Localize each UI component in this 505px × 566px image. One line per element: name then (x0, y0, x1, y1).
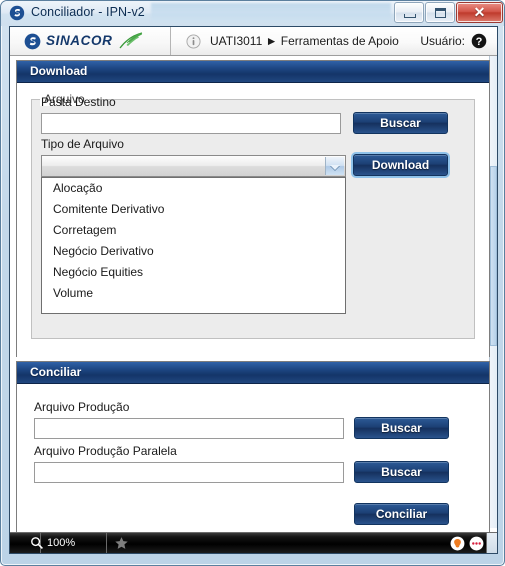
help-icon[interactable]: ? (471, 33, 487, 49)
minimize-button[interactable] (394, 2, 424, 23)
conciliar-panel-body: Arquivo Produção Buscar Arquivo Produção… (17, 384, 489, 543)
more-options-icon[interactable] (469, 536, 484, 551)
conciliar-panel-header: Conciliar (17, 362, 489, 384)
user-label: Usuário: (420, 34, 465, 48)
info-icon (186, 34, 201, 49)
dropdown-option-volume[interactable]: Volume (42, 283, 345, 304)
chevron-down-icon (330, 165, 340, 170)
breadcrumb[interactable]: UATI3011 ► Ferramentas de Apoio (210, 34, 410, 50)
sinacor-s-icon (9, 5, 25, 21)
status-bar-divider (106, 533, 107, 553)
vertical-scrollbar-thumb[interactable] (490, 166, 497, 346)
pasta-destino-label: Pasta Destino (41, 95, 116, 109)
brand-nav-bar: SINACOR UATI3011 ► Ferramentas de Apoio … (10, 27, 497, 56)
arquivo-producao-paralela-label: Arquivo Produção Paralela (34, 444, 177, 458)
zoom-indicator[interactable]: 100% (26, 533, 75, 553)
zoom-level-text: 100% (47, 537, 76, 549)
restore-button[interactable] (425, 2, 455, 23)
status-bar: 100% (10, 532, 497, 553)
conciliar-panel: Conciliar Arquivo Produção Buscar Arquiv… (16, 361, 490, 543)
conciliar-button[interactable]: Conciliar (354, 503, 449, 525)
window-controls: ✕ (393, 2, 503, 23)
magnifier-icon (31, 537, 43, 549)
vertical-scrollbar[interactable] (489, 56, 497, 528)
status-bar-resize-grip[interactable] (486, 533, 497, 553)
tipo-arquivo-combobox[interactable] (41, 155, 346, 177)
download-panel: Download Arquivo Pasta Destino Buscar Ti… (16, 60, 490, 357)
svg-text:?: ? (476, 36, 483, 48)
client-area: SINACOR UATI3011 ► Ferramentas de Apoio … (9, 26, 498, 554)
application-window: Conciliador - IPN-v2 ✕ SINACOR UATI3011 … (0, 0, 505, 566)
restore-icon (435, 8, 446, 18)
download-panel-title: Download (30, 64, 88, 78)
tipo-arquivo-dropdown-list[interactable]: Alocação Comitente Derivativo Corretagem… (41, 177, 346, 314)
buscar-arquivo-producao-button[interactable]: Buscar (354, 417, 449, 439)
tipo-arquivo-dropdown-button[interactable] (325, 157, 344, 175)
notification-icon[interactable] (450, 536, 465, 551)
pasta-destino-input[interactable] (41, 113, 341, 134)
close-icon: ✕ (473, 4, 486, 20)
dropdown-option-alocacao[interactable]: Alocação (42, 178, 345, 199)
dropdown-option-negocio-derivativo[interactable]: Negócio Derivativo (42, 241, 345, 262)
dropdown-option-comitente-derivativo[interactable]: Comitente Derivativo (42, 199, 345, 220)
download-button[interactable]: Download (353, 154, 448, 176)
leaf-icon (119, 32, 143, 49)
dropdown-option-negocio-equities[interactable]: Negócio Equities (42, 262, 345, 283)
arquivo-producao-label: Arquivo Produção (34, 400, 130, 414)
window-title: Conciliador - IPN-v2 (31, 5, 145, 19)
download-panel-body: Arquivo Pasta Destino Buscar Tipo de Arq… (17, 83, 489, 357)
title-bar-glass-highlight (151, 3, 391, 22)
conciliar-panel-title: Conciliar (30, 365, 82, 379)
tipo-arquivo-label: Tipo de Arquivo (41, 137, 124, 151)
minimize-icon (404, 14, 416, 18)
buscar-pasta-destino-button[interactable]: Buscar (353, 112, 448, 134)
arquivo-producao-paralela-input[interactable] (34, 462, 344, 483)
close-button[interactable]: ✕ (456, 2, 503, 23)
dropdown-option-corretagem[interactable]: Corretagem (42, 220, 345, 241)
brand-logo-area: SINACOR (10, 27, 171, 55)
download-panel-header: Download (17, 61, 489, 83)
title-bar[interactable]: Conciliador - IPN-v2 ✕ (1, 1, 504, 26)
star-icon[interactable] (114, 536, 129, 551)
buscar-arquivo-producao-paralela-button[interactable]: Buscar (354, 461, 449, 483)
brand-wordmark: SINACOR (46, 33, 113, 48)
sinacor-logo-icon (24, 33, 41, 50)
arquivo-producao-input[interactable] (34, 418, 344, 439)
